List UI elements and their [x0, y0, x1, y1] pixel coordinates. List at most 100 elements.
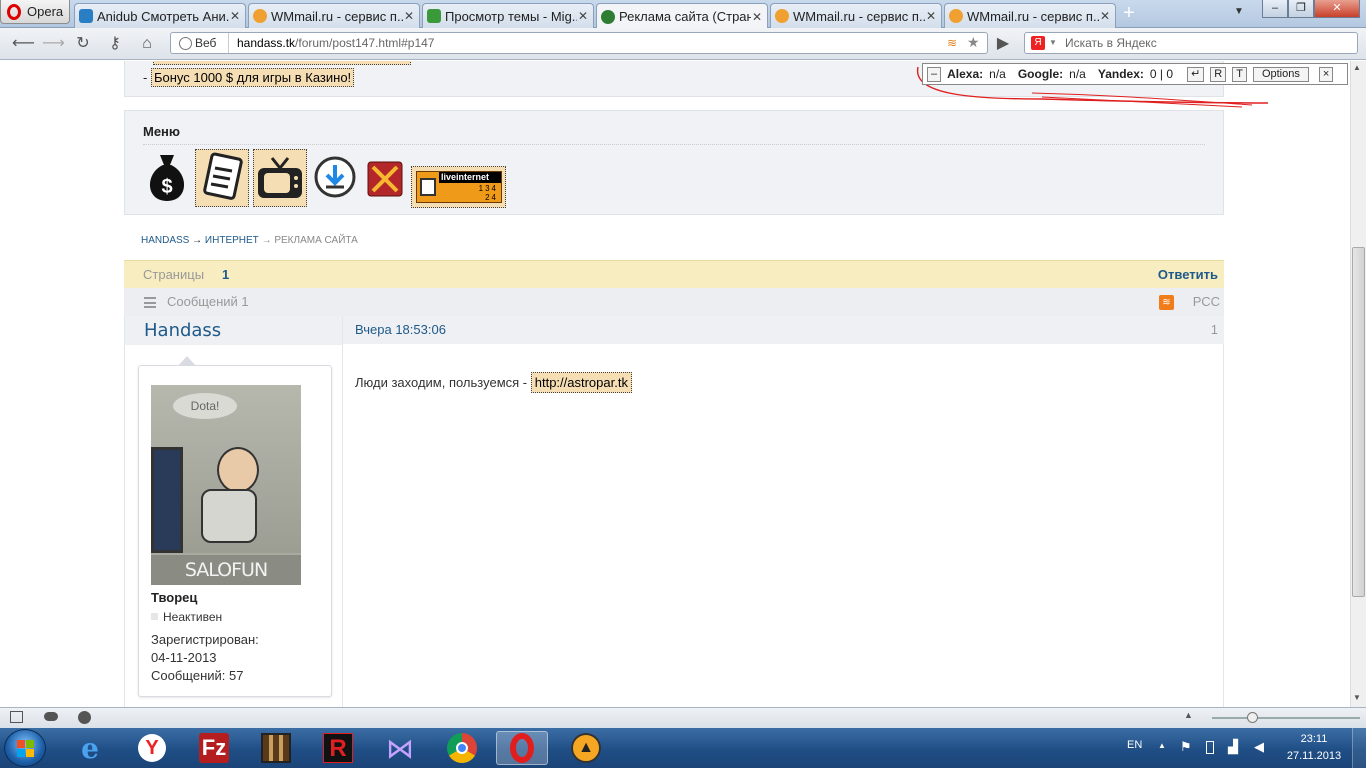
- address-url[interactable]: handass.tk/forum/post147.html#p147: [237, 33, 434, 53]
- taskbar-chrome-button[interactable]: [436, 731, 488, 765]
- swords-game-icon[interactable]: [367, 161, 403, 197]
- scroll-up-arrow-icon[interactable]: ▲: [1353, 63, 1361, 72]
- breadcrumb-home-link[interactable]: HANDASS: [141, 235, 189, 246]
- post-timestamp-link[interactable]: Вчера 18:53:06: [355, 322, 446, 337]
- taskbar-yandex-button[interactable]: Y: [126, 731, 178, 765]
- avatar-character-body: [201, 489, 257, 543]
- download-icon[interactable]: [313, 155, 357, 199]
- seo-collapse-button[interactable]: –: [927, 66, 942, 82]
- seo-t-button[interactable]: T: [1232, 66, 1247, 82]
- seo-options-button[interactable]: Options: [1252, 66, 1309, 82]
- tab-2[interactable]: WMmail.ru - сервис п... ✕: [248, 3, 420, 28]
- rss-link[interactable]: РСС: [1193, 294, 1220, 309]
- tab-title: Anidub Смотреть Ани...: [97, 8, 229, 24]
- breadcrumb-section-link[interactable]: ИНТЕРНЕТ: [205, 235, 259, 246]
- home-icon[interactable]: ⌂: [138, 35, 156, 53]
- seo-close-button[interactable]: ×: [1318, 66, 1334, 82]
- key-icon[interactable]: ⚷: [106, 35, 124, 53]
- search-box[interactable]: Я ▼ Искать в Яндекс: [1024, 32, 1358, 54]
- start-button[interactable]: [4, 729, 46, 767]
- rss-feed-icon[interactable]: ≋: [947, 33, 957, 53]
- seo-r-button[interactable]: R: [1210, 66, 1227, 82]
- action-center-flag-icon[interactable]: ⚑: [1180, 739, 1192, 755]
- tab-6[interactable]: WMmail.ru - сервис п... ✕: [944, 3, 1116, 28]
- tab-4-active[interactable]: Реклама сайта (Стран... ✕: [596, 3, 768, 29]
- author-name-link[interactable]: Handass: [144, 320, 221, 341]
- taskbar-visual-studio-button[interactable]: ⋈: [374, 731, 426, 765]
- clock-time[interactable]: 23:11: [1286, 733, 1342, 745]
- reload-icon[interactable]: ↻: [74, 35, 92, 53]
- tab-list-chevron-icon[interactable]: ▼: [1234, 6, 1244, 17]
- show-desktop-button[interactable]: [1352, 728, 1366, 768]
- maximize-window-button[interactable]: ❐: [1288, 0, 1314, 18]
- close-tab-icon[interactable]: ✕: [1099, 9, 1111, 23]
- document-list-icon[interactable]: [195, 149, 249, 207]
- address-bar[interactable]: Веб handass.tk/forum/post147.html#p147 ≋…: [170, 32, 988, 54]
- language-indicator[interactable]: EN: [1127, 739, 1142, 751]
- taskbar-media-button[interactable]: [250, 731, 302, 765]
- message-count: Сообщений 1: [167, 294, 249, 309]
- zoom-slider-handle[interactable]: [1247, 712, 1258, 723]
- wmmail-favicon-icon: [253, 9, 267, 23]
- taskbar-filezilla-button[interactable]: Fz: [188, 731, 240, 765]
- close-tab-icon[interactable]: ✕: [403, 9, 415, 23]
- panel-toggle-icon[interactable]: [10, 711, 23, 723]
- zoom-slider[interactable]: [1212, 717, 1360, 719]
- page-number-current[interactable]: 1: [222, 267, 229, 282]
- go-arrow-icon[interactable]: ▶: [994, 35, 1012, 53]
- liveinternet-counter[interactable]: liveinternet 134 24: [411, 166, 506, 208]
- tv-icon[interactable]: [253, 149, 307, 207]
- user-status: Неактивен: [163, 610, 223, 624]
- chrome-icon: [447, 733, 477, 763]
- taskbar-r-app-button[interactable]: R: [312, 731, 364, 765]
- menu-title: Меню: [143, 124, 181, 139]
- post-number[interactable]: 1: [1211, 322, 1218, 337]
- network-signal-icon[interactable]: ▟: [1228, 739, 1238, 755]
- casino-bonus-link[interactable]: Бонус 1000 $ для игры в Казино!: [150, 68, 355, 87]
- internet-explorer-icon: e: [81, 731, 99, 765]
- clock-date[interactable]: 27.11.2013: [1284, 750, 1344, 762]
- opera-unite-cloud-icon[interactable]: [44, 712, 58, 721]
- taskbar-aimp-button[interactable]: ▲: [560, 731, 612, 765]
- search-engine-dropdown-icon[interactable]: ▼: [1049, 33, 1057, 53]
- scrollbar-thumb[interactable]: [1352, 247, 1365, 597]
- scroll-down-arrow-icon[interactable]: ▼: [1353, 693, 1361, 702]
- avatar-caption: SALOFUN: [151, 555, 301, 585]
- reply-button[interactable]: Ответить: [1158, 267, 1218, 282]
- money-bag-icon[interactable]: $: [143, 151, 191, 203]
- close-tab-icon[interactable]: ✕: [925, 9, 937, 23]
- ad-link-top[interactable]: [153, 61, 411, 65]
- forward-arrow-icon[interactable]: ⟶: [42, 35, 65, 53]
- windows-logo-icon: [17, 740, 34, 757]
- post-column-divider: [342, 316, 343, 707]
- turbo-speedometer-icon[interactable]: [78, 711, 91, 724]
- taskbar-opera-button[interactable]: [496, 731, 548, 765]
- bookmark-star-icon[interactable]: ★: [967, 32, 980, 52]
- web-identity-button[interactable]: Веб: [171, 33, 229, 53]
- show-hidden-icons-icon[interactable]: ▲: [1158, 741, 1166, 750]
- close-window-button[interactable]: ✕: [1314, 0, 1360, 18]
- opera-menu-button[interactable]: Opera: [0, 0, 70, 24]
- minimize-window-button[interactable]: –: [1262, 0, 1288, 18]
- tab-1[interactable]: Anidub Смотреть Ани... ✕: [74, 3, 246, 28]
- seo-arrow-button[interactable]: ↵: [1187, 66, 1205, 82]
- google-label: Google:: [1017, 67, 1064, 81]
- astropar-link[interactable]: http://astropar.tk: [530, 372, 632, 393]
- vertical-scrollbar[interactable]: ▲ ▼: [1350, 61, 1366, 707]
- close-tab-icon[interactable]: ✕: [751, 10, 763, 24]
- author-card-pointer: [178, 356, 196, 366]
- close-tab-icon[interactable]: ✕: [229, 9, 241, 23]
- avatar[interactable]: Dota! SALOFUN: [151, 385, 301, 585]
- battery-icon[interactable]: [1206, 741, 1214, 754]
- tab-5[interactable]: WMmail.ru - сервис п... ✕: [770, 3, 942, 28]
- taskbar-ie-button[interactable]: e: [64, 731, 116, 765]
- tab-3[interactable]: Просмотр темы - Mig... ✕: [422, 3, 594, 28]
- volume-speaker-icon[interactable]: ◀: [1254, 739, 1264, 755]
- rss-icon[interactable]: ≋: [1159, 295, 1174, 310]
- new-tab-plus-icon[interactable]: +: [1120, 3, 1138, 23]
- close-tab-icon[interactable]: ✕: [577, 9, 589, 23]
- url-domain: handass.tk: [237, 36, 296, 50]
- avatar-character: [217, 447, 259, 493]
- back-arrow-icon[interactable]: ⟵: [12, 35, 35, 53]
- status-up-arrow-icon[interactable]: ▲: [1184, 710, 1193, 720]
